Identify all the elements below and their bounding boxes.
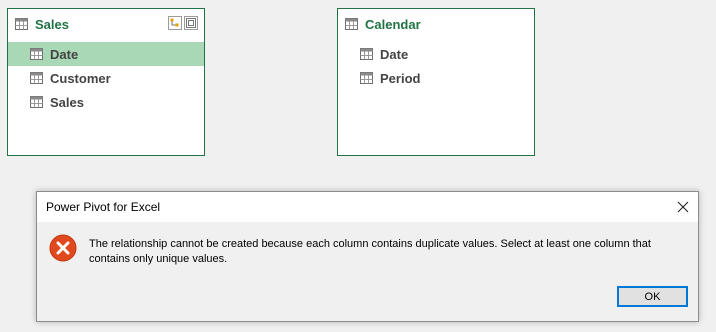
hierarchy-icon[interactable] <box>168 16 182 30</box>
field-label: Customer <box>50 70 111 86</box>
dialog-message: The relationship cannot be created becau… <box>89 238 651 265</box>
table-card-calendar[interactable]: Calendar Date Period <box>337 8 535 156</box>
column-icon <box>30 72 43 84</box>
column-icon <box>30 48 43 60</box>
table-card-sales[interactable]: Sales Date Customer Sales <box>7 8 205 156</box>
field-row-date[interactable]: Date <box>8 42 204 66</box>
column-icon <box>30 96 43 108</box>
field-label: Date <box>380 46 409 62</box>
error-dialog: Power Pivot for Excel The relationship c… <box>36 191 699 322</box>
maximize-icon[interactable] <box>184 16 198 30</box>
column-icon <box>360 48 373 60</box>
dialog-title: Power Pivot for Excel <box>46 200 161 214</box>
field-list: Date Period <box>338 42 534 90</box>
field-row-sales[interactable]: Sales <box>8 90 204 114</box>
error-icon <box>49 234 77 262</box>
field-label: Date <box>50 46 79 62</box>
table-header-sales[interactable]: Sales <box>8 9 204 39</box>
table-header-actions <box>168 16 198 30</box>
field-row-customer[interactable]: Customer <box>8 66 204 90</box>
table-header-calendar[interactable]: Calendar <box>338 9 534 39</box>
dialog-titlebar[interactable]: Power Pivot for Excel <box>37 192 698 222</box>
table-icon <box>15 18 28 30</box>
table-title: Calendar <box>365 16 421 32</box>
field-label: Period <box>380 70 421 86</box>
table-icon <box>345 18 358 30</box>
ok-button[interactable]: OK <box>617 286 688 307</box>
dialog-body: The relationship cannot be created becau… <box>37 222 698 321</box>
field-list: Date Customer Sales <box>8 42 204 114</box>
column-icon <box>360 72 373 84</box>
field-row-date[interactable]: Date <box>338 42 534 66</box>
field-row-period[interactable]: Period <box>338 66 534 90</box>
table-title: Sales <box>35 16 69 32</box>
field-label: Sales <box>50 94 84 110</box>
close-icon[interactable] <box>668 192 698 222</box>
